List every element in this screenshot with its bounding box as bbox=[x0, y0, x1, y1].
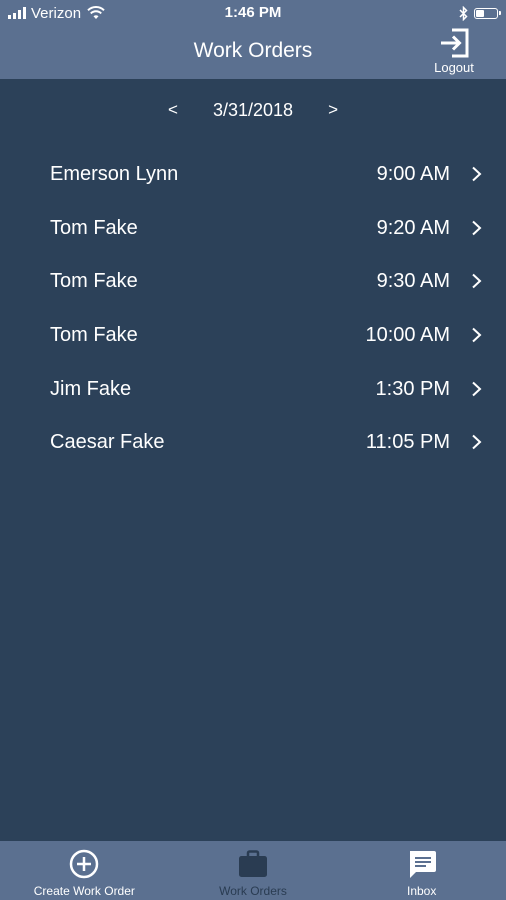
work-order-row[interactable]: Emerson Lynn 9:00 AM bbox=[0, 147, 506, 201]
customer-name: Caesar Fake bbox=[50, 431, 165, 454]
appointment-time: 11:05 PM bbox=[365, 431, 450, 454]
briefcase-icon bbox=[239, 850, 267, 877]
work-order-list: Emerson Lynn 9:00 AM Tom Fake 9:20 AM To… bbox=[0, 147, 506, 469]
customer-name: Jim Fake bbox=[50, 377, 132, 400]
appointment-time: 1:30 PM bbox=[375, 377, 450, 400]
logout-label: Logout bbox=[434, 60, 474, 75]
tab-label: Work Orders bbox=[219, 884, 287, 898]
tab-label: Inbox bbox=[407, 884, 437, 898]
work-order-row[interactable]: Tom Fake 9:20 AM bbox=[0, 201, 506, 255]
chevron-right-icon bbox=[472, 166, 482, 182]
top-bar: Verizon 1:46 PM Work Orders Logout bbox=[0, 0, 506, 79]
previous-date-button[interactable]: < bbox=[158, 100, 188, 120]
date-navigator: < 3/31/2018 > bbox=[0, 96, 506, 124]
status-time: 1:46 PM bbox=[224, 4, 282, 21]
appointment-time: 9:00 AM bbox=[376, 163, 450, 185]
next-date-button[interactable]: > bbox=[318, 100, 348, 120]
work-order-row[interactable]: Jim Fake 1:30 PM bbox=[0, 362, 506, 416]
appointment-time: 9:20 AM bbox=[376, 216, 450, 239]
customer-name: Tom Fake bbox=[50, 216, 138, 239]
tab-bar: Create Work Order Work Orders Inbox bbox=[0, 841, 506, 900]
appointment-time: 9:30 AM bbox=[376, 270, 450, 293]
status-right bbox=[459, 4, 501, 22]
chevron-right-icon bbox=[472, 327, 482, 343]
chevron-right-icon bbox=[472, 435, 482, 450]
tab-work-orders[interactable]: Work Orders bbox=[169, 841, 338, 900]
work-order-row[interactable]: Tom Fake 10:00 AM bbox=[0, 308, 506, 362]
logout-arrow-icon bbox=[441, 28, 469, 58]
chevron-right-icon bbox=[472, 220, 482, 235]
message-icon bbox=[409, 851, 436, 878]
chevron-right-icon bbox=[472, 381, 482, 396]
bluetooth-icon bbox=[459, 5, 468, 21]
work-orders-screen: Verizon 1:46 PM Work Orders Logout < 3/3… bbox=[0, 0, 506, 900]
plus-circle-icon bbox=[70, 849, 99, 879]
appointment-time: 10:00 AM bbox=[365, 324, 450, 347]
customer-name: Emerson Lynn bbox=[50, 163, 179, 185]
customer-name: Tom Fake bbox=[50, 324, 138, 347]
customer-name: Tom Fake bbox=[50, 270, 138, 293]
tab-label: Create Work Order bbox=[33, 884, 135, 898]
work-order-row[interactable]: Caesar Fake 11:05 PM bbox=[0, 415, 506, 469]
work-order-row[interactable]: Tom Fake 9:30 AM bbox=[0, 254, 506, 308]
chevron-right-icon bbox=[472, 274, 482, 289]
tab-inbox[interactable]: Inbox bbox=[337, 841, 506, 900]
battery-icon bbox=[474, 7, 501, 19]
tab-create-work-order[interactable]: Create Work Order bbox=[0, 841, 169, 900]
current-date: 3/31/2018 bbox=[212, 99, 294, 120]
logout-button[interactable]: Logout bbox=[424, 28, 484, 76]
